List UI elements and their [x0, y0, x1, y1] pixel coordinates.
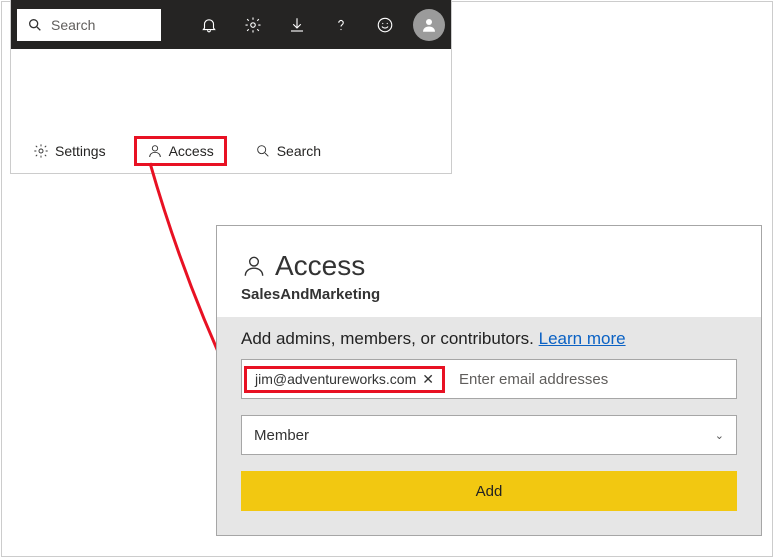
feedback-button[interactable] — [365, 5, 405, 45]
menu-search[interactable]: Search — [245, 139, 331, 163]
global-search[interactable]: Search — [17, 9, 161, 41]
access-title-row: Access — [241, 250, 737, 282]
help-button[interactable] — [321, 5, 361, 45]
add-button[interactable]: Add — [241, 471, 737, 511]
gear-icon — [244, 16, 262, 34]
chevron-down-icon: ⌄ — [715, 429, 724, 442]
smile-icon — [376, 16, 394, 34]
spacer — [11, 49, 451, 129]
remove-chip-button[interactable]: ✕ — [422, 371, 434, 388]
person-icon — [241, 253, 267, 279]
menu-search-label: Search — [277, 143, 321, 159]
top-panel: Search Settings Access — [10, 0, 452, 174]
download-icon — [288, 16, 306, 34]
access-prompt: Add admins, members, or contributors. Le… — [241, 329, 737, 349]
email-placeholder: Enter email addresses — [447, 371, 736, 388]
role-select[interactable]: Member ⌄ — [241, 415, 737, 455]
menu-settings[interactable]: Settings — [23, 139, 116, 163]
access-body: Add admins, members, or contributors. Le… — [217, 317, 761, 535]
email-chip-text: jim@adventureworks.com — [255, 371, 416, 387]
bell-icon — [200, 16, 218, 34]
email-chip[interactable]: jim@adventureworks.com ✕ — [244, 366, 445, 393]
access-panel: Access SalesAndMarketing Add admins, mem… — [216, 225, 762, 536]
menu-access[interactable]: Access — [134, 136, 227, 166]
workspace-name: SalesAndMarketing — [241, 286, 737, 303]
question-icon — [332, 16, 350, 34]
access-title: Access — [275, 250, 365, 282]
person-icon — [420, 16, 438, 34]
person-icon — [147, 143, 163, 159]
search-icon — [27, 17, 43, 33]
notifications-button[interactable] — [189, 5, 229, 45]
profile-button[interactable] — [413, 9, 445, 41]
search-placeholder: Search — [51, 17, 95, 33]
workspace-menu: Settings Access Search — [11, 129, 451, 173]
access-prompt-text: Add admins, members, or contributors. — [241, 329, 534, 348]
download-button[interactable] — [277, 5, 317, 45]
menu-access-label: Access — [169, 143, 214, 159]
search-icon — [255, 143, 271, 159]
add-button-label: Add — [476, 483, 503, 500]
gear-icon — [33, 143, 49, 159]
role-selected-label: Member — [254, 427, 309, 444]
learn-more-link[interactable]: Learn more — [539, 329, 626, 348]
app-header: Search — [11, 0, 451, 49]
email-input-row[interactable]: jim@adventureworks.com ✕ Enter email add… — [241, 359, 737, 399]
access-header: Access SalesAndMarketing — [217, 226, 761, 317]
menu-settings-label: Settings — [55, 143, 106, 159]
settings-button[interactable] — [233, 5, 273, 45]
